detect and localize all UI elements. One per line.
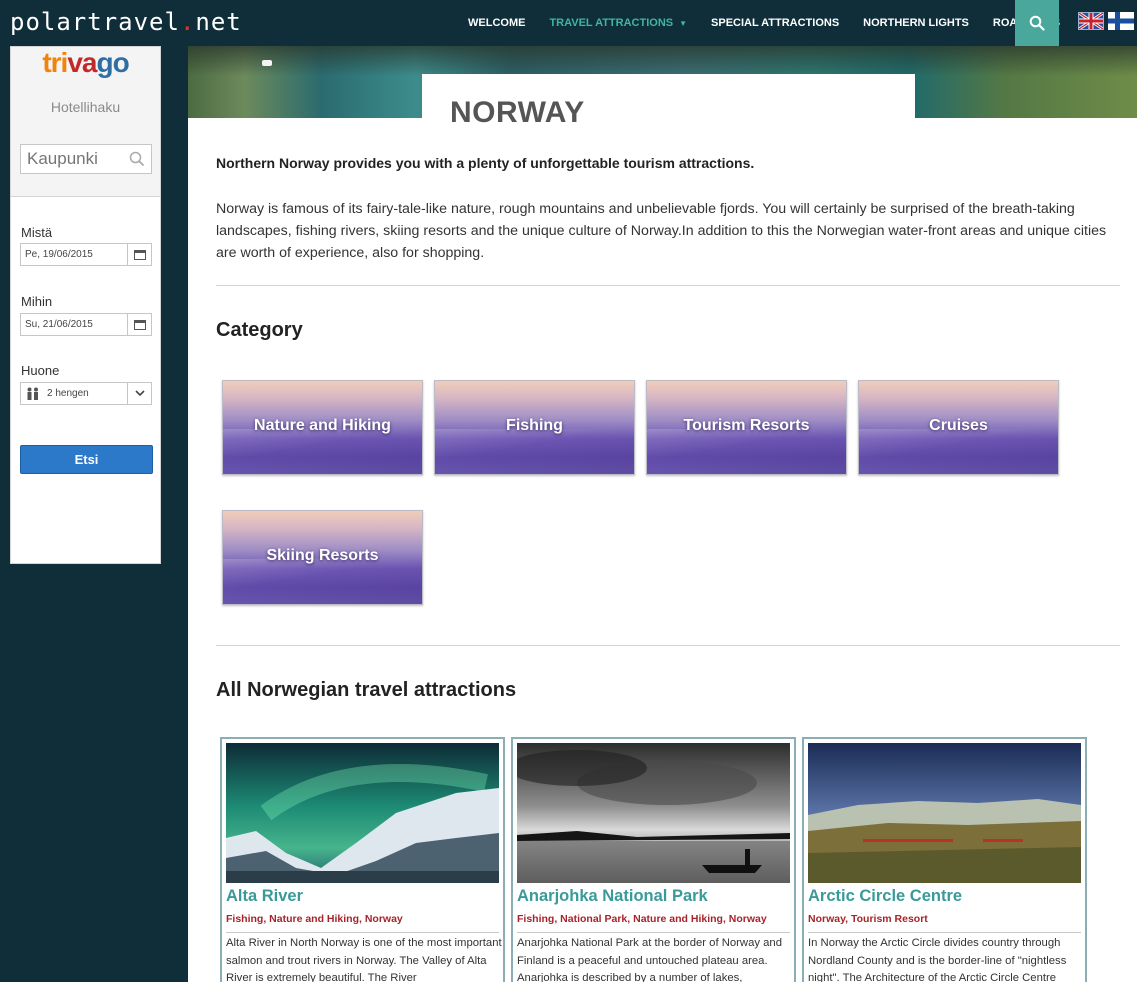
attraction-image-lake[interactable] [517, 743, 790, 883]
check-out-date-field[interactable]: Su, 21/06/2015 [20, 313, 152, 336]
to-label: Mihin [21, 294, 53, 309]
category-label: Fishing [506, 417, 563, 434]
category-tile-tourism-resorts[interactable]: Tourism Resorts [646, 380, 847, 475]
attraction-title[interactable]: Alta River [226, 887, 303, 906]
category-tile-cruises[interactable]: Cruises [858, 380, 1059, 475]
nav-travel-attractions[interactable]: TRAVEL ATTRACTIONS ▼ [537, 17, 699, 29]
attraction-image-plateau[interactable] [808, 743, 1081, 883]
widget-title: Hotellihaku [50, 99, 121, 115]
calendar-button[interactable] [127, 244, 151, 265]
intro-text: Norway is famous of its fairy-tale-like … [216, 201, 1107, 261]
category-tile-nature-and-hiking[interactable]: Nature and Hiking [222, 380, 423, 475]
category-label: Cruises [929, 417, 988, 434]
from-label: Mistä [21, 225, 53, 240]
attraction-tags[interactable]: Fishing, National Park, Nature and Hikin… [517, 913, 767, 925]
calendar-button[interactable] [127, 314, 151, 335]
people-icon [27, 387, 38, 400]
uk-flag-icon[interactable] [1078, 11, 1104, 31]
attraction-title[interactable]: Anarjohka National Park [517, 887, 708, 906]
logo-part: go [96, 47, 129, 78]
logo-text-part2: net [195, 8, 242, 36]
divider [216, 285, 1120, 286]
main-nav: WELCOME TRAVEL ATTRACTIONS ▼ SPECIAL ATTR… [456, 0, 1072, 46]
hero-mountain-shade [188, 46, 1137, 76]
caret-down-icon: ▼ [679, 19, 688, 28]
search-icon [129, 151, 145, 167]
divider [216, 645, 1120, 646]
dropdown-toggle[interactable] [127, 383, 151, 404]
room-select[interactable]: 2 hengen [20, 382, 152, 405]
card-divider [808, 932, 1081, 933]
attraction-image-aurora[interactable] [226, 743, 499, 883]
chevron-down-icon [134, 390, 145, 397]
nav-northern-lights[interactable]: NORTHERN LIGHTS [851, 17, 981, 29]
attraction-description: Alta River in North Norway is one of the… [226, 937, 502, 982]
category-heading: Category [216, 319, 303, 341]
search-icon [1029, 15, 1045, 31]
page-title: NORWAY [450, 96, 585, 129]
nav-travel-attractions-label: TRAVEL ATTRACTIONS [549, 17, 674, 29]
check-out-date-value: Su, 21/06/2015 [25, 319, 93, 330]
attraction-card-arctic-circle-centre[interactable]: Arctic Circle Centre Norway, Tourism Res… [802, 737, 1087, 982]
card-divider [226, 932, 499, 933]
category-tile-skiing-resorts[interactable]: Skiing Resorts [222, 510, 423, 605]
attraction-card-alta-river[interactable]: Alta River Fishing, Nature and Hiking, N… [220, 737, 505, 982]
search-button[interactable] [1015, 0, 1059, 46]
finland-flag-icon[interactable] [1108, 12, 1134, 30]
hotel-search-widget: trivago Hotellihaku Mistä Pe, 19/06/2015… [10, 46, 161, 564]
check-in-date-field[interactable]: Pe, 19/06/2015 [20, 243, 152, 266]
site-logo[interactable]: polartravel.net [10, 8, 242, 36]
widget-header: trivago Hotellihaku [11, 47, 160, 197]
lead-text: Northern Norway provides you with a plen… [216, 155, 755, 171]
calendar-icon [133, 250, 146, 260]
attraction-tags[interactable]: Fishing, Nature and Hiking, Norway [226, 913, 403, 925]
category-label: Nature and Hiking [254, 417, 391, 434]
calendar-icon [133, 320, 146, 330]
card-divider [517, 932, 790, 933]
trivago-logo[interactable]: trivago [11, 47, 160, 79]
category-tile-fishing[interactable]: Fishing [434, 380, 635, 475]
attractions-heading: All Norwegian travel attractions [216, 679, 517, 701]
category-label: Tourism Resorts [683, 417, 810, 434]
nav-special-attractions[interactable]: SPECIAL ATTRACTIONS [699, 17, 851, 29]
hero-ship [262, 60, 272, 66]
logo-part: va [67, 47, 97, 78]
room-label: Huone [21, 363, 60, 378]
attraction-tags[interactable]: Norway, Tourism Resort [808, 913, 928, 925]
check-in-date-value: Pe, 19/06/2015 [25, 249, 93, 260]
logo-part: tri [42, 47, 68, 78]
attraction-title[interactable]: Arctic Circle Centre [808, 887, 962, 906]
top-navigation-bar: polartravel.net WELCOME TRAVEL ATTRACTIO… [0, 0, 1137, 46]
logo-dot: . [179, 8, 196, 36]
attraction-description: Anarjohka National Park at the border of… [517, 937, 782, 982]
room-value: 2 hengen [47, 388, 89, 399]
category-label: Skiing Resorts [266, 547, 379, 564]
logo-text-part1: polartravel [10, 8, 180, 36]
attraction-description: In Norway the Arctic Circle divides coun… [808, 937, 1067, 982]
city-search-field[interactable] [20, 144, 152, 174]
hotel-search-button[interactable]: Etsi [20, 445, 153, 474]
nav-welcome[interactable]: WELCOME [456, 17, 537, 29]
city-input[interactable] [21, 145, 121, 173]
attraction-card-anarjohka-national-park[interactable]: Anarjohka National Park Fishing, Nationa… [511, 737, 796, 982]
